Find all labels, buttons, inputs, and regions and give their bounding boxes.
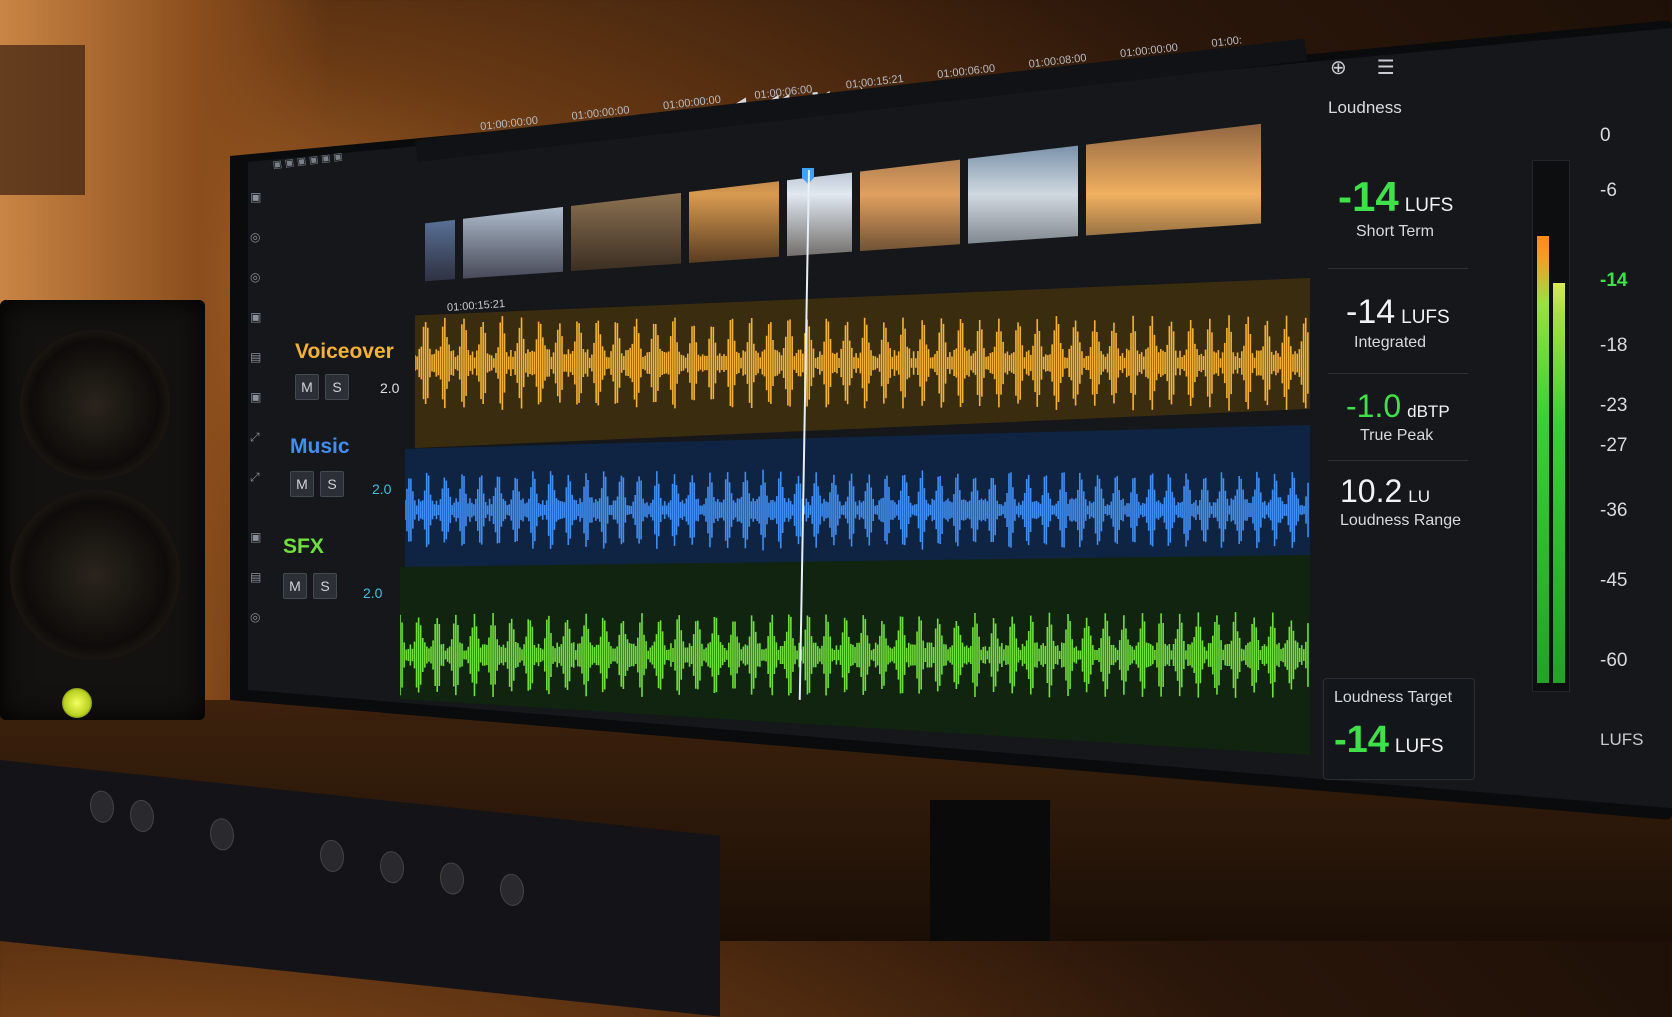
scale-tick-label: -45 (1600, 570, 1628, 591)
short-term-unit: LUFS (1404, 195, 1454, 216)
knob (210, 817, 234, 852)
tool-icon[interactable]: ⤢ (250, 430, 260, 445)
panel-header-icons: ⊕ ☰ (1330, 55, 1395, 80)
loudness-panel: Loudness -14 LUFS Short Term -14 LUFS Inte… (1318, 88, 1648, 788)
tool-icon[interactable]: ◎ (250, 270, 260, 284)
tool-icon[interactable]: ◎ (250, 610, 260, 624)
align-icon[interactable]: ☰ (1377, 55, 1395, 80)
track-header-sfx: SFX MS 2.0 (283, 535, 382, 601)
tool-icon[interactable]: ▣ (250, 530, 261, 544)
left-toolbar: ▣ ◎ ◎ ▣ ▤ ▣ ⤢ ⤢ ▣ ▤ ◎ (250, 190, 280, 670)
range-label: Loudness Range (1340, 512, 1461, 529)
panel-title: Loudness (1328, 98, 1402, 117)
target-label: Loudness Target (1334, 689, 1453, 706)
tool-icon[interactable]: ◎ (250, 230, 260, 244)
solo-button[interactable]: S (325, 374, 349, 400)
meter-unit: LUFS (1600, 730, 1644, 749)
meter-bar-left (1537, 235, 1549, 683)
short-term-metric: -14 LUFS Short Term (1338, 173, 1453, 241)
range-value: 10.2 (1340, 473, 1403, 509)
range-unit: LU (1408, 487, 1431, 506)
timecode-label: 01:00:15:21 (845, 72, 905, 92)
integrated-label: Integrated (1354, 334, 1427, 351)
integrated-value: -14 (1346, 293, 1396, 331)
divider (1328, 268, 1468, 269)
track-value: 2.0 (380, 380, 400, 396)
track-name: Voiceover (295, 340, 394, 363)
knob (320, 838, 344, 874)
target-readout: -14 LUFS (1334, 719, 1444, 762)
tool-icon[interactable]: ⤢ (250, 470, 260, 485)
timecode-label: 01:00:00:00 (571, 104, 631, 123)
wall-frame (0, 45, 85, 195)
tool-icon[interactable]: ▤ (250, 570, 261, 584)
scale-tick-label: -14 (1600, 270, 1628, 291)
studio-speaker (0, 300, 205, 720)
scale-tick-label: -6 (1600, 180, 1617, 201)
track-name: Music (290, 435, 350, 458)
target-icon[interactable]: ⊕ (1330, 55, 1347, 80)
mute-button[interactable]: M (283, 573, 307, 599)
timecode-label: 01:00:06:00 (753, 83, 813, 102)
scale-tick-label: -23 (1600, 395, 1628, 416)
scale-tick-label: -27 (1600, 435, 1628, 456)
meter-bar-right (1553, 282, 1565, 683)
target-unit: LUFS (1394, 736, 1444, 757)
monitor-stand (930, 800, 1050, 941)
mute-button[interactable]: M (295, 374, 319, 400)
track-header-voiceover: Voiceover MS 2.0 (295, 340, 399, 400)
track-name: SFX (283, 535, 324, 558)
scale-tick-label: -18 (1600, 335, 1628, 356)
knob (90, 789, 114, 824)
knob (130, 798, 154, 834)
knob (500, 872, 524, 908)
divider (1328, 460, 1468, 461)
tool-icon[interactable]: ▤ (250, 350, 261, 364)
knob (380, 849, 404, 885)
timecode-label: 01:00:00:00 (479, 114, 539, 134)
scale-tick-label: -60 (1600, 650, 1628, 671)
knob (440, 861, 464, 896)
target-value: -14 (1334, 719, 1389, 761)
true-peak-label: True Peak (1360, 427, 1434, 444)
timecode-label: 01:00:08:00 (1028, 52, 1088, 71)
short-term-value: -14 (1338, 173, 1399, 220)
timecode-label: 01:00:00:00 (662, 93, 722, 113)
loudness-meter (1532, 160, 1570, 692)
power-led (62, 688, 92, 718)
integrated-metric: -14 LUFS Integrated (1346, 293, 1450, 352)
woofer (10, 490, 180, 660)
track-header-music: Music MS 2.0 (290, 435, 391, 497)
timecode-label: 01:00:00:00 (1119, 41, 1179, 61)
meter-scale: 0 -6 -14 -18 -23 -27 -36 -45 -60 (1600, 100, 1660, 740)
solo-button[interactable]: S (320, 471, 344, 497)
loudness-range-metric: 10.2 LU Loudness Range (1340, 473, 1461, 530)
true-peak-metric: -1.0 dBTP True Peak (1346, 388, 1450, 445)
track-value: 2.0 (363, 585, 383, 601)
tweeter (20, 330, 170, 480)
true-peak-unit: dBTP (1407, 402, 1450, 421)
solo-button[interactable]: S (313, 573, 337, 599)
track-value: 2.0 (372, 481, 392, 497)
mute-button[interactable]: M (290, 471, 314, 497)
timecode-label: 01:00:06:00 (936, 62, 996, 82)
scale-tick-label: -36 (1600, 500, 1628, 521)
short-term-label: Short Term (1356, 223, 1434, 240)
tool-icon[interactable]: ▣ (250, 190, 261, 204)
tool-icon[interactable]: ▣ (250, 390, 261, 404)
timecode-label: 01:00: (1210, 34, 1243, 50)
scale-tick-label: 0 (1600, 125, 1611, 146)
divider (1328, 373, 1468, 374)
loudness-target-box[interactable]: Loudness Target -14 LUFS (1323, 678, 1475, 780)
true-peak-value: -1.0 (1346, 388, 1402, 424)
integrated-unit: LUFS (1401, 307, 1450, 328)
tool-icon[interactable]: ▣ (250, 310, 261, 324)
